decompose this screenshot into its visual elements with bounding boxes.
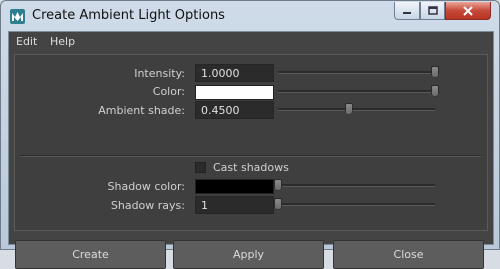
- color-swatch[interactable]: [195, 85, 274, 100]
- dialog-body: Edit Help Intensity: 1.0000 Color: Ambie…: [8, 31, 494, 269]
- minimize-button[interactable]: [394, 2, 420, 20]
- maya-app-icon: [10, 9, 25, 24]
- menu-help[interactable]: Help: [50, 35, 75, 48]
- maximize-button[interactable]: [420, 2, 445, 20]
- color-label: Color:: [152, 85, 185, 98]
- close-button[interactable]: Close: [333, 240, 484, 269]
- intensity-slider-handle[interactable]: [431, 66, 439, 78]
- shadow-color-label: Shadow color:: [107, 180, 186, 193]
- apply-button[interactable]: Apply: [173, 240, 324, 269]
- close-icon: [463, 5, 473, 16]
- create-button[interactable]: Create: [15, 240, 166, 269]
- title-bar[interactable]: Create Ambient Light Options: [1, 1, 499, 31]
- ambient-shade-slider-handle[interactable]: [344, 103, 353, 115]
- intensity-slider-track[interactable]: [278, 71, 435, 74]
- shadow-rays-slider-handle[interactable]: [274, 198, 282, 210]
- maximize-icon: [427, 6, 438, 15]
- color-slider-handle[interactable]: [431, 85, 439, 97]
- close-window-button[interactable]: [445, 2, 491, 20]
- cast-shadows-label: Cast shadows: [213, 161, 289, 174]
- intensity-label: Intensity:: [134, 67, 185, 80]
- shadow-rays-label: Shadow rays:: [110, 199, 185, 212]
- intensity-field[interactable]: 1.0000: [195, 64, 274, 82]
- shadow-color-slider-handle[interactable]: [274, 179, 282, 191]
- shadow-rays-slider-track[interactable]: [278, 203, 435, 206]
- section-divider: [21, 155, 481, 157]
- dialog-window: Create Ambient Light Options Edit Help I…: [0, 0, 500, 269]
- menu-bar: Edit Help: [9, 32, 493, 52]
- menu-edit[interactable]: Edit: [16, 35, 37, 48]
- window-title: Create Ambient Light Options: [32, 8, 225, 23]
- ambient-shade-field[interactable]: 0.4500: [195, 101, 274, 119]
- cast-shadows-checkbox[interactable]: [195, 162, 206, 173]
- ambient-shade-slider-track[interactable]: [278, 108, 435, 111]
- ambient-shade-label: Ambient shade:: [98, 104, 185, 117]
- shadow-color-swatch[interactable]: [195, 179, 274, 194]
- shadow-rays-field[interactable]: 1: [195, 196, 274, 214]
- shadow-color-slider-track[interactable]: [278, 184, 435, 187]
- minimize-icon: [403, 11, 411, 14]
- color-slider-track[interactable]: [278, 90, 435, 93]
- options-panel: Intensity: 1.0000 Color: Ambient shade: …: [14, 54, 488, 231]
